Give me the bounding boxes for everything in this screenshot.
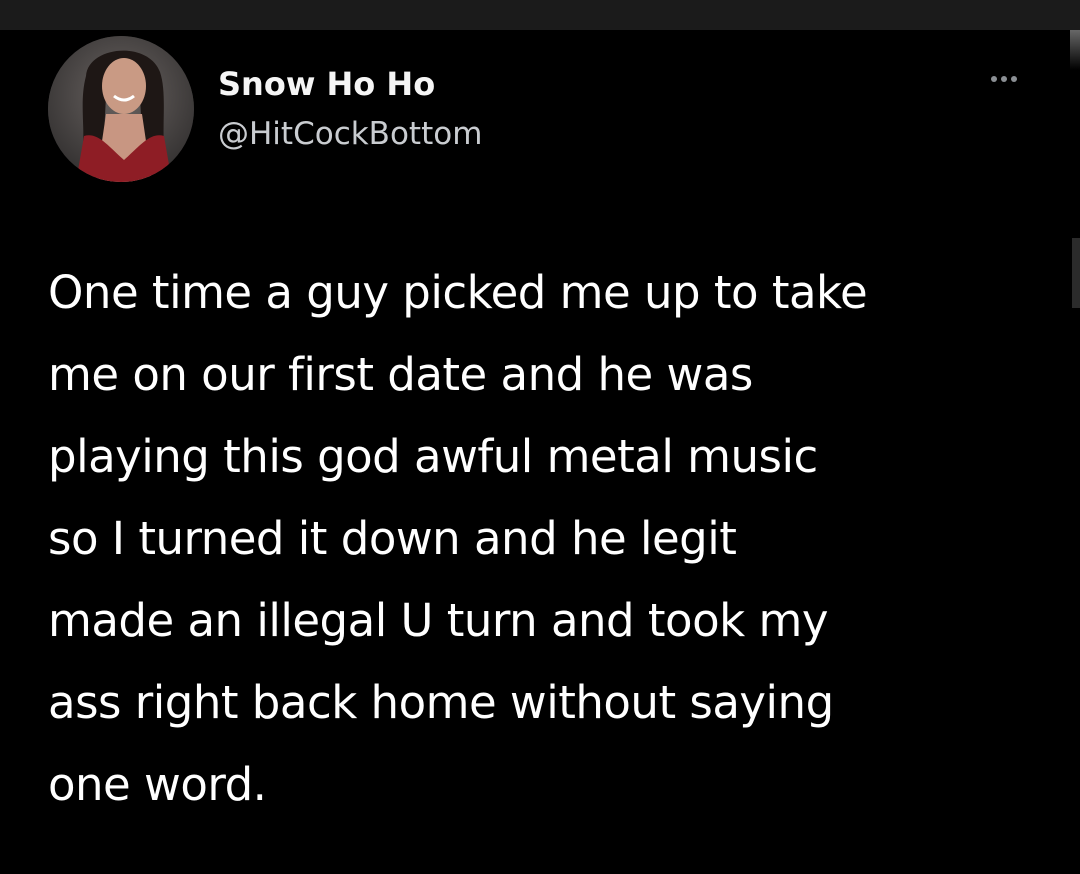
tweet-text-line: playing this god awful metal music — [48, 430, 818, 483]
edge-artifact — [1070, 30, 1080, 70]
tweet-screenshot: Snow Ho Ho @HitCockBottom One time a guy… — [0, 0, 1080, 874]
more-options-button[interactable] — [980, 64, 1028, 94]
edge-artifact — [1072, 238, 1080, 308]
tweet-text-line: one word. — [48, 758, 267, 811]
tweet-text-line: One time a guy picked me up to take — [48, 266, 868, 319]
top-bar — [0, 0, 1080, 30]
tweet-text-line: so I turned it down and he legit — [48, 512, 737, 565]
tweet-text-line: me on our first date and he was — [48, 348, 753, 401]
tweet-text-line: ass right back home without saying — [48, 676, 834, 729]
avatar-photo — [48, 36, 194, 182]
more-horizontal-icon — [1001, 76, 1007, 82]
more-horizontal-icon — [1011, 76, 1017, 82]
author-handle[interactable]: @HitCockBottom — [218, 114, 482, 154]
tweet-text: One time a guy picked me up to take me o… — [48, 252, 1038, 826]
tweet-text-line: made an illegal U turn and took my — [48, 594, 828, 647]
more-horizontal-icon — [991, 76, 997, 82]
avatar[interactable] — [48, 36, 194, 182]
author-display-name[interactable]: Snow Ho Ho — [218, 64, 435, 104]
